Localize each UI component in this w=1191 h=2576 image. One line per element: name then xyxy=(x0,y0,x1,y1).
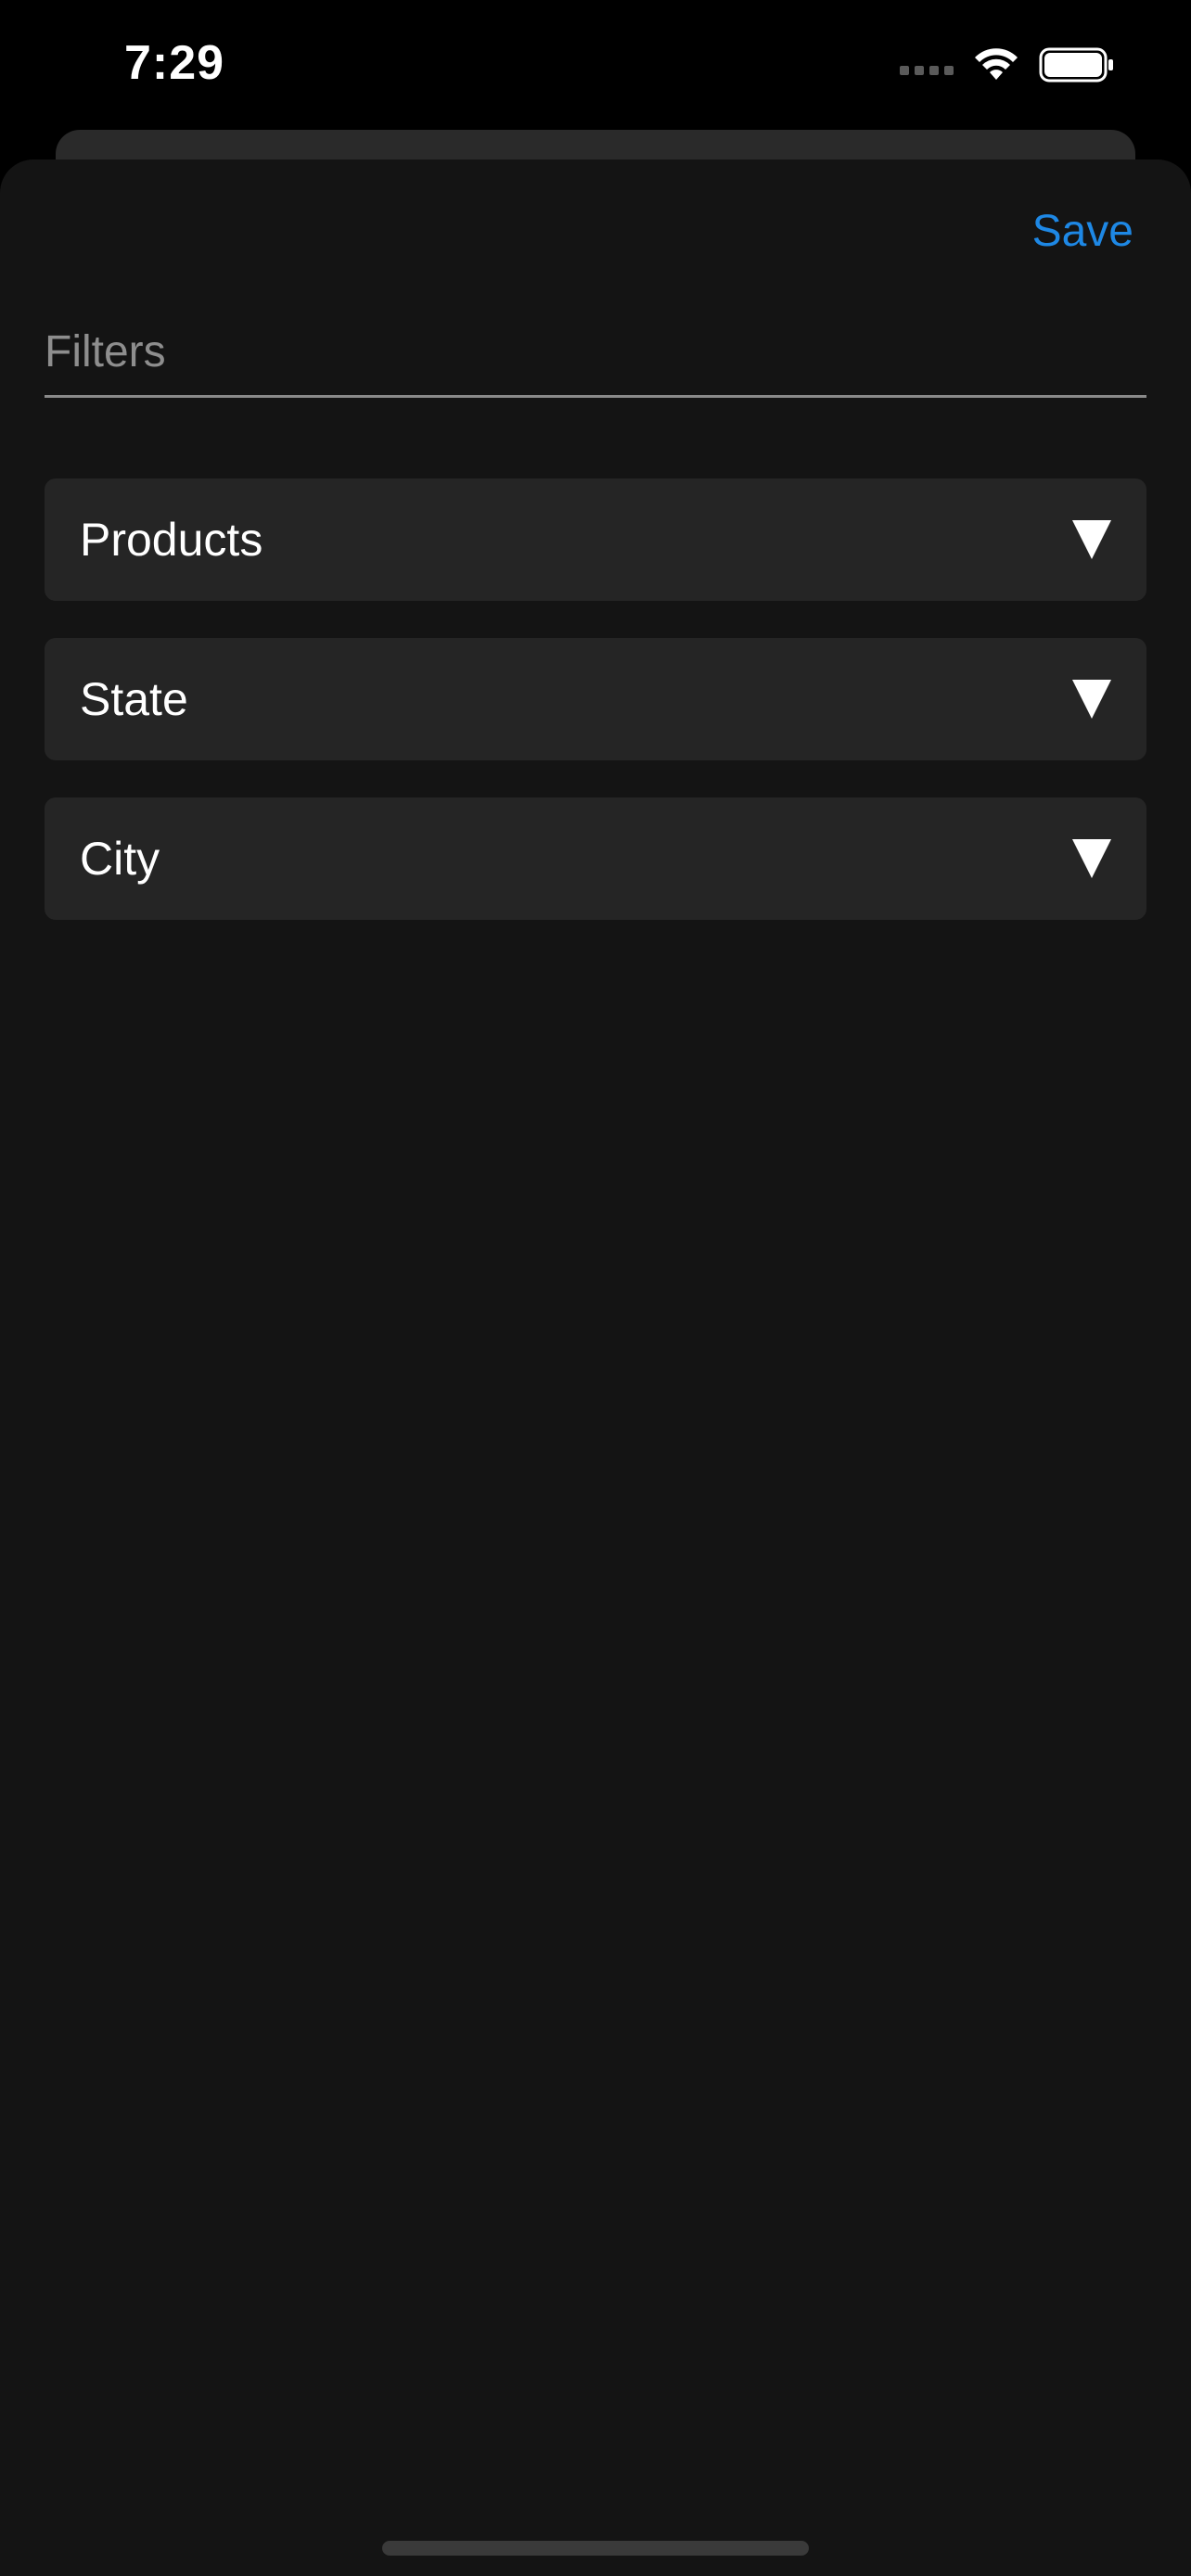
status-time: 7:29 xyxy=(124,36,225,90)
signal-icon xyxy=(900,66,954,75)
products-dropdown[interactable]: Products xyxy=(45,478,1146,601)
battery-icon xyxy=(1039,46,1115,83)
save-button[interactable]: Save xyxy=(1032,206,1133,257)
status-icons xyxy=(900,46,1115,83)
filters-input[interactable] xyxy=(45,308,1146,395)
state-dropdown-label: State xyxy=(80,673,188,725)
filter-sheet: Save Products State City xyxy=(0,159,1191,2576)
status-bar: 7:29 xyxy=(0,0,1191,130)
state-dropdown[interactable]: State xyxy=(45,638,1146,760)
triangle-down-icon xyxy=(1072,839,1111,878)
products-dropdown-label: Products xyxy=(80,514,263,566)
triangle-down-icon xyxy=(1072,520,1111,559)
home-indicator[interactable] xyxy=(382,2541,809,2556)
triangle-down-icon xyxy=(1072,680,1111,719)
filters-field[interactable] xyxy=(45,308,1146,398)
city-dropdown[interactable]: City xyxy=(45,797,1146,920)
wifi-icon xyxy=(974,46,1018,83)
city-dropdown-label: City xyxy=(80,833,160,885)
